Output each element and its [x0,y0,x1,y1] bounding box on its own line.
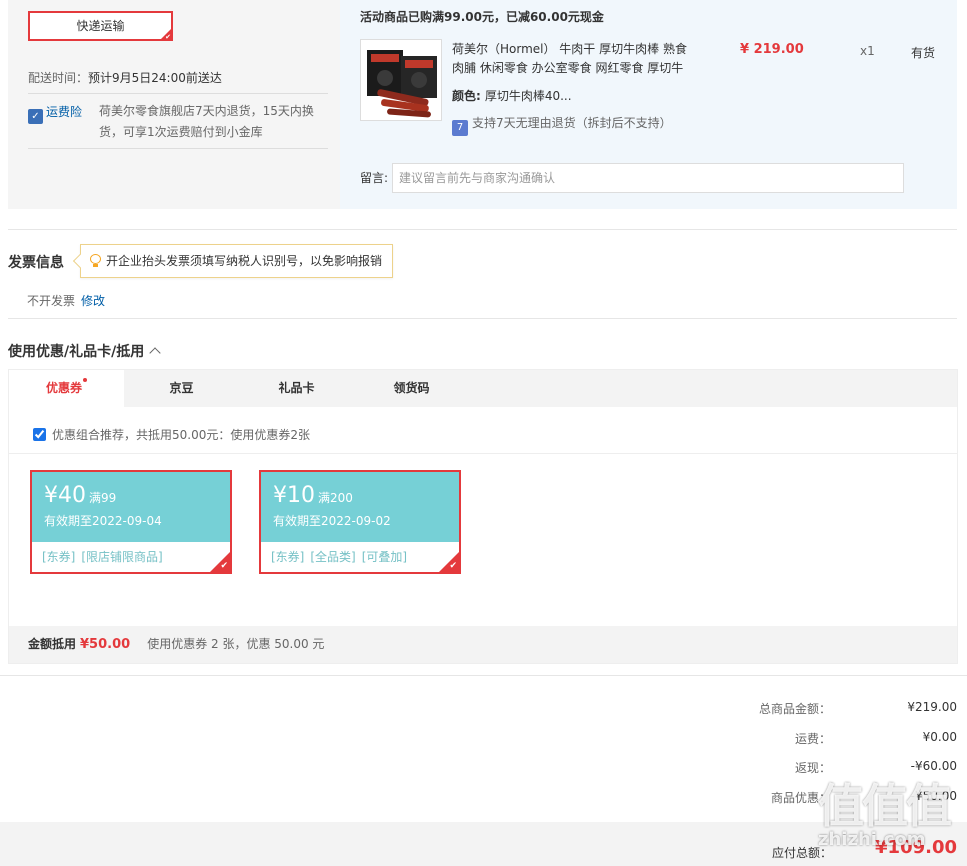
divider [0,675,967,676]
coupon-amount: ¥40 [44,483,86,508]
cashback-row: 返现： -¥60.00 [600,759,957,779]
express-shipping-label: 快递运输 [76,19,125,33]
promotion-title: 活动商品已购满99.00元，已减60.00元现金 [360,10,604,24]
product-quantity: x1 [860,44,875,58]
product-price: ¥ 219.00 [740,42,804,57]
coupon-tag: [东券] [42,550,76,564]
invoice-edit-link[interactable]: 修改 [81,294,105,308]
cashback-label: 返现： [794,761,831,775]
coupon-card[interactable]: ¥40 满99 有效期至2022-09-04 [东券] [限店铺限商品] ✔ [30,470,232,574]
divider [28,148,328,149]
coupon-tags: [东券] [限店铺限商品] [32,542,230,565]
coupon-tag: [可叠加] [361,550,408,564]
product-discount-value: -¥50.00 [910,789,957,803]
message-input[interactable] [392,163,904,193]
tab-jingdou[interactable]: 京豆 [124,370,239,407]
total-goods-label: 总商品金额： [758,702,831,716]
delivery-time: 配送时间：预计9月5日24:00前送达 [28,69,222,86]
divider [9,453,957,454]
notification-dot [83,378,87,382]
coupon-card[interactable]: ¥10 满200 有效期至2022-09-02 [东券] [全品类] [可叠加] ✔ [259,470,461,574]
tip-arrow [72,253,88,269]
coupon-tag: [全品类] [310,550,356,564]
discount-section-toggle[interactable]: 使用优惠/礼品卡/抵用 [8,341,161,361]
shipping-insurance-text: 荷美尔零食旗舰店7天内退货，15天内换货，可享1次运费赔付到小金库 [99,104,314,139]
invoice-tip: 开企业抬头发票须填写纳税人识别号，以免影响报销 [72,244,394,278]
lightbulb-icon [90,254,101,267]
payable-bar: 应付总额： ¥109.00 [0,822,967,866]
product-discount-label: 商品优惠： [770,791,831,805]
product-color-value: 厚切牛肉棒40... [484,89,572,103]
total-goods-row: 总商品金额： ¥219.00 [600,700,957,720]
coupon-combo-text: 优惠组合推荐，共抵用50.00元：使用优惠券2张 [52,428,310,442]
tab-label: 京豆 [169,381,194,395]
coupon-panel: 优惠券 京豆 礼品卡 领货码 优惠组合推荐，共抵用50.00元：使用优惠券2张 … [8,369,958,664]
payable-amount: ¥109.00 [875,837,957,858]
shipping-insurance-link[interactable]: ✓ 运费险 [28,103,82,124]
divider [8,229,957,230]
shipping-fee-label: 运费： [794,732,831,746]
invoice-tip-text: 开企业抬头发票须填写纳税人识别号，以免影响报销 [106,254,383,268]
tab-label: 礼品卡 [278,381,315,395]
coupon-summary: 金额抵用 ¥50.00 使用优惠券 2 张，优惠 50.00 元 [9,626,957,663]
tab-gift-card[interactable]: 礼品卡 [239,370,354,407]
coupon-expiry: 有效期至2022-09-04 [44,514,162,528]
coupon-tag: [限店铺限商品] [81,550,163,564]
return-policy-text: 支持7天无理由退货（拆封后不支持） [472,116,672,130]
divider [28,93,328,94]
product-stock-status: 有货 [911,46,936,60]
coupon-combo-checkbox[interactable] [33,428,46,441]
coupon-tags: [东券] [全品类] [可叠加] [261,542,459,565]
invoice-value: 不开发票 修改 [27,292,105,309]
coupon-tag: [东券] [271,550,305,564]
shipping-fee-row: 运费： ¥0.00 [600,730,957,750]
invoice-title: 发票信息 [8,255,64,271]
tab-label: 领货码 [393,381,430,395]
coupon-condition: 满99 [89,491,117,505]
coupon-amount: ¥10 [273,483,315,508]
shipping-insurance-label: 运费险 [46,105,83,119]
cashback-value: -¥60.00 [910,759,957,773]
order-items-panel: 活动商品已购满99.00元，已减60.00元现金 荷美尔（Hormel） 牛肉干… [340,0,957,209]
tab-coupons[interactable]: 优惠券 [9,370,124,407]
coupon-summary-amount: ¥50.00 [80,637,131,652]
coupon-summary-desc: 使用优惠券 2 张，优惠 50.00 元 [147,637,325,651]
shipping-panel: 快递运输 ✔ 配送时间：预计9月5日24:00前送达 ✓ 运费险 荷美尔零食旗舰店… [8,0,340,209]
check-icon: ✔ [220,561,228,571]
coupon-combo-option[interactable]: 优惠组合推荐，共抵用50.00元：使用优惠券2张 [33,426,310,443]
divider [8,318,957,319]
seven-day-return-icon: 7 [452,120,468,136]
check-icon: ✔ [449,561,457,571]
product-discount-row: 商品优惠： -¥50.00 [600,789,957,809]
coupon-header: ¥40 满99 有效期至2022-09-04 [32,472,230,542]
coupon-expiry: 有效期至2022-09-02 [273,514,391,528]
tab-redeem-code[interactable]: 领货码 [354,370,469,407]
product-color-label: 颜色: [452,89,481,103]
product-image[interactable] [360,39,442,121]
check-icon: ✔ [165,33,171,41]
chevron-up-icon [149,347,161,359]
message-label: 留言: [360,171,389,185]
product-color: 颜色: 厚切牛肉棒40... [452,87,572,104]
delivery-time-label: 配送时间： [28,71,89,85]
total-goods-value: ¥219.00 [907,700,957,714]
coupon-tabs: 优惠券 京豆 礼品卡 领货码 [9,370,957,407]
express-shipping-option[interactable]: 快递运输 ✔ [28,11,173,41]
shield-icon: ✓ [28,109,43,124]
tab-label: 优惠券 [45,381,82,395]
return-policy-link[interactable]: 7 支持7天无理由退货（拆封后不支持） [452,114,672,136]
invoice-type: 不开发票 [27,294,76,308]
coupon-condition: 满200 [318,491,353,505]
payable-label: 应付总额： [771,846,832,860]
delivery-time-value: 预计9月5日24:00前送达 [88,71,222,85]
coupon-summary-label: 金额抵用 [28,637,77,651]
product-name-link[interactable]: 荷美尔（Hormel） 牛肉干 厚切牛肉棒 熟食肉脯 休闲零食 办公室零食 网红… [452,40,692,78]
discount-section-title: 使用优惠/礼品卡/抵用 [8,344,145,360]
shipping-fee-value: ¥0.00 [922,730,957,744]
coupon-header: ¥10 满200 有效期至2022-09-02 [261,472,459,542]
